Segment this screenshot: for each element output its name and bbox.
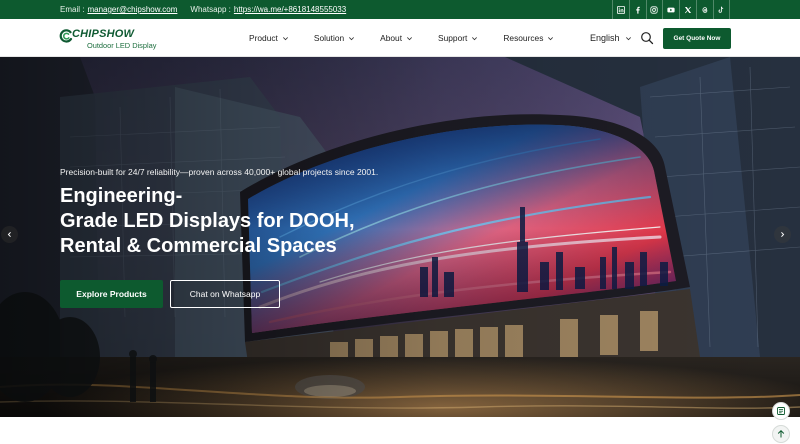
nav-support-label: Support	[438, 33, 468, 43]
hero-content: Precision-built for 24/7 reliability—pro…	[60, 167, 500, 259]
chevron-down-icon	[625, 36, 631, 40]
threads-icon[interactable]	[695, 0, 713, 19]
chevron-left-icon	[7, 231, 11, 238]
social-links	[612, 0, 730, 19]
main-header: CHIPSHOW Outdoor LED Display Product Sol…	[0, 19, 800, 57]
back-to-top-button[interactable]	[772, 425, 790, 443]
language-label: English	[590, 33, 620, 43]
brand-name: CHIPSHOW	[72, 28, 135, 40]
hero-cta-row: Explore Products Chat on Whatsapp	[60, 280, 280, 308]
chevron-down-icon	[472, 36, 478, 40]
email-label: Email :	[60, 5, 85, 14]
tiktok-icon[interactable]	[712, 0, 730, 19]
facebook-icon[interactable]	[628, 0, 646, 19]
hero-title-line: Engineering-	[60, 185, 183, 207]
inquiry-form-button[interactable]	[772, 402, 790, 420]
logo-mark-icon	[59, 29, 73, 43]
nav-resources-label: Resources	[503, 33, 544, 43]
chat-whatsapp-button[interactable]: Chat on Whatsapp	[170, 280, 280, 308]
whatsapp-link[interactable]: https://wa.me/+8618148555033	[234, 5, 346, 14]
hero-title-line: Grade LED Displays for DOOH,	[60, 210, 355, 232]
chevron-down-icon	[548, 36, 554, 40]
chevron-down-icon	[349, 36, 355, 40]
nav-resources[interactable]: Resources	[503, 33, 554, 43]
nav-solution[interactable]: Solution	[314, 33, 355, 43]
youtube-icon[interactable]	[662, 0, 679, 19]
email-link[interactable]: manager@chipshow.com	[87, 5, 177, 14]
get-quote-button[interactable]: Get Quote Now	[663, 28, 731, 49]
slider-next-button[interactable]	[774, 226, 791, 243]
nav-support[interactable]: Support	[438, 33, 478, 43]
main-nav: Product Solution About Support Resources	[249, 19, 579, 57]
form-icon	[777, 407, 785, 415]
language-selector[interactable]: English	[590, 19, 632, 57]
hero-title: Engineering- Grade LED Displays for DOOH…	[60, 184, 500, 259]
top-contact-bar: Email : manager@chipshow.com Whatsapp : …	[0, 0, 800, 19]
brand-logo[interactable]: CHIPSHOW Outdoor LED Display	[59, 27, 159, 51]
chevron-down-icon	[282, 36, 288, 40]
hero-subtitle: Precision-built for 24/7 reliability—pro…	[60, 167, 379, 177]
linkedin-icon[interactable]	[612, 0, 629, 19]
nav-solution-label: Solution	[313, 33, 345, 43]
explore-products-button[interactable]: Explore Products	[60, 280, 163, 308]
page-content-start	[0, 417, 800, 444]
nav-about[interactable]: About	[380, 33, 413, 43]
arrow-up-icon	[777, 429, 785, 438]
hero-banner: Precision-built for 24/7 reliability—pro…	[0, 57, 800, 417]
search-icon[interactable]	[640, 31, 654, 45]
chevron-down-icon	[407, 36, 412, 40]
brand-tagline: Outdoor LED Display	[87, 40, 157, 50]
x-icon[interactable]	[679, 0, 696, 19]
hero-title-line: Rental & Commercial Spaces	[60, 235, 337, 257]
contact-info: Email : manager@chipshow.com Whatsapp : …	[60, 0, 346, 19]
whatsapp-label: Whatsapp :	[190, 5, 231, 14]
slider-prev-button[interactable]	[1, 226, 18, 243]
nav-about-label: About	[380, 33, 403, 43]
chevron-right-icon	[781, 231, 785, 238]
instagram-icon[interactable]	[645, 0, 663, 19]
nav-product[interactable]: Product	[249, 33, 289, 43]
nav-product-label: Product	[249, 33, 278, 43]
